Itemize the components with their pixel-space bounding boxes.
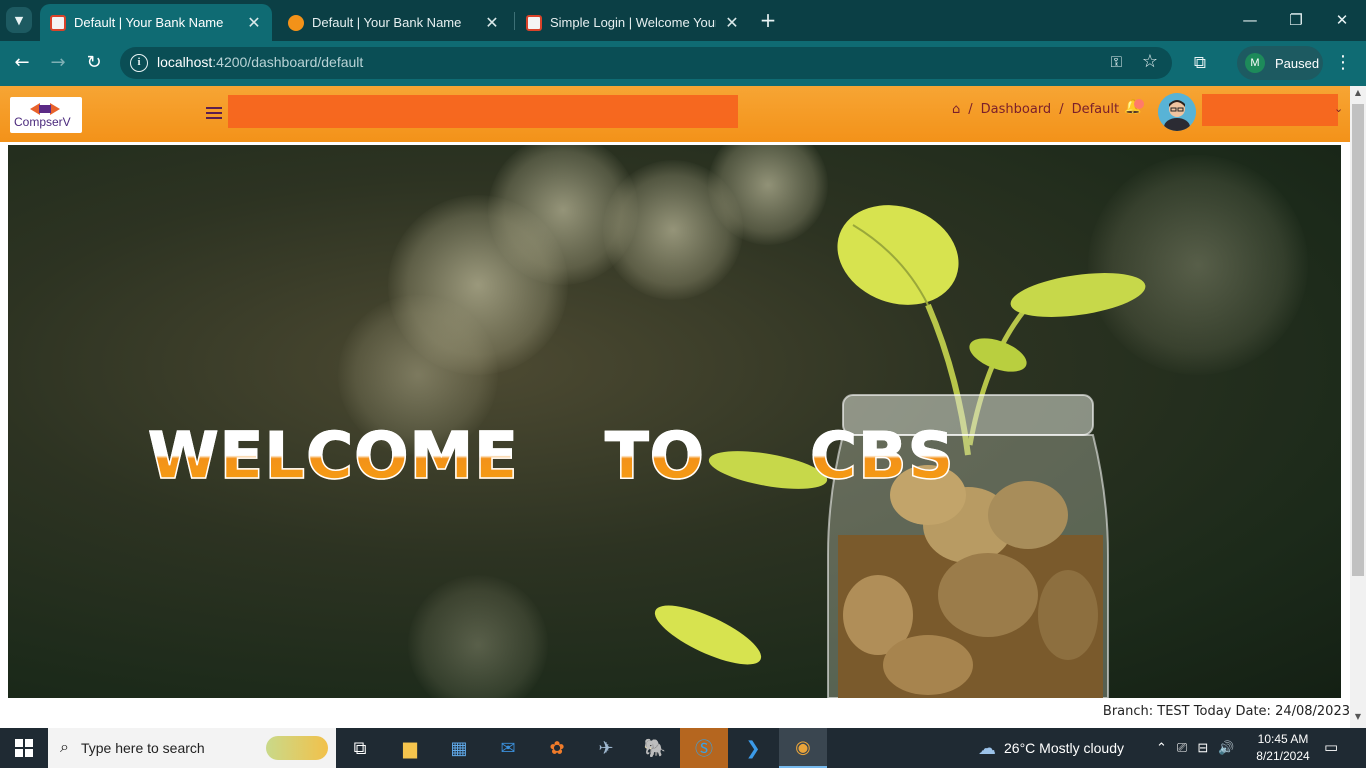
profile-button[interactable]: M Paused [1237,46,1323,80]
clock-date: 8/21/2024 [1256,749,1310,763]
start-button[interactable] [0,728,48,768]
company-logo[interactable]: CompserV [10,97,82,133]
redacted-bank-name [228,95,738,128]
browser-tab-strip: ▼ Default | Your Bank Name ✕ Default | Y… [0,0,1366,41]
notification-center-icon[interactable]: ▭ [1324,738,1344,758]
redacted-user-name[interactable] [1202,94,1338,126]
tab-simple-login[interactable]: Simple Login | Welcome Your Ba ✕ [516,4,750,41]
extensions-puzzle-icon[interactable]: ⧉ [1188,51,1212,75]
bokeh-light [408,575,548,698]
menu-toggle-icon[interactable] [206,105,222,121]
reload-button[interactable]: ↻ [82,51,106,75]
logo-text: CompserV [14,115,71,129]
close-window-button[interactable]: ✕ [1330,8,1354,32]
vscode-icon[interactable]: ❯ [729,728,777,768]
weather-widget[interactable]: ☁ 26°C Mostly cloudy [978,728,1124,768]
more-menu-icon[interactable]: ⋮ [1333,51,1353,75]
forward-button[interactable]: → [46,51,70,75]
mail-icon[interactable]: ✉ [484,728,532,768]
tab-default-1[interactable]: Default | Your Bank Name ✕ [40,4,272,41]
volume-icon[interactable]: 🔊 [1218,740,1234,756]
close-icon[interactable]: ✕ [484,13,500,33]
windows-taskbar: ⌕ Type here to search ⧉ ▆ ▦ ✉ ✿ ✈ 🐘 Ⓢ ❯ … [0,728,1366,768]
restore-button[interactable]: ❐ [1284,8,1308,32]
bank-favicon-icon [50,14,66,31]
close-icon[interactable]: ✕ [724,13,740,33]
postgres-icon[interactable]: 🐘 [631,728,679,768]
user-avatar-icon [1158,93,1196,131]
search-highlight-image [266,736,328,760]
notification-bell-icon[interactable]: 🔔 [1124,99,1146,121]
new-tab-button[interactable]: + [756,8,780,32]
password-key-icon[interactable]: ⚿ [1111,53,1122,71]
url-text[interactable]: localhost:4200/dashboard/default [157,54,363,70]
breadcrumb-default[interactable]: Default [1072,102,1120,117]
hero-word-welcome: WELCOME [147,419,519,495]
windows-logo-icon [15,739,33,757]
branch-date-info: Branch: TEST Today Date: 24/08/2023 [1102,704,1350,719]
tab-separator [514,12,515,30]
network-icon[interactable]: ⊟ [1197,740,1208,756]
xampp-icon[interactable]: ✿ [533,728,581,768]
address-bar[interactable]: i localhost:4200/dashboard/default ⚿ ☆ [120,47,1172,79]
taskbar-clock[interactable]: 10:45 AM 8/21/2024 [1248,731,1318,765]
home-icon[interactable]: ⌂ [952,102,960,117]
store-icon[interactable]: ▦ [435,728,483,768]
scroll-down-icon[interactable]: ▼ [1350,712,1366,726]
weather-text: 26°C Mostly cloudy [1004,740,1124,756]
profile-status: Paused [1275,55,1320,71]
search-placeholder: Type here to search [80,740,205,756]
chrome-icon[interactable]: ◉ [779,728,827,768]
scrollbar-thumb[interactable] [1352,104,1364,576]
bank-favicon-icon [526,14,542,31]
hero-word-to: TO [604,419,706,495]
site-info-icon[interactable]: i [130,54,148,72]
meet-now-icon[interactable]: ⎚ [1177,740,1187,756]
profile-avatar: M [1245,53,1265,73]
cloud-icon: ☁ [978,737,996,758]
tab-title: Default | Your Bank Name [74,15,224,30]
breadcrumb-dashboard[interactable]: Dashboard [981,102,1052,117]
file-explorer-icon[interactable]: ▆ [386,728,434,768]
close-icon[interactable]: ✕ [246,13,262,33]
bookmark-star-icon[interactable]: ☆ [1142,51,1158,72]
logo-mark-icon [30,103,60,115]
system-tray: ⌃ ⎚ ⊟ 🔊 [1156,728,1234,768]
search-icon: ⌕ [60,739,69,756]
user-avatar[interactable] [1158,93,1196,131]
hero-banner: WELCOME TO CBS [8,145,1341,698]
taskbar-search[interactable]: ⌕ Type here to search [48,728,336,768]
task-view-icon[interactable]: ⧉ [336,728,384,768]
breadcrumb: ⌂ / Dashboard / Default [952,102,1120,117]
chevron-down-icon: ▼ [14,13,24,27]
app-header: CompserV ⌂ / Dashboard / Default 🔔 ⌄ [0,86,1350,142]
scroll-up-icon[interactable]: ▲ [1350,88,1366,102]
chevron-down-icon[interactable]: ⌄ [1334,102,1343,115]
skype-icon[interactable]: Ⓢ [680,728,728,768]
page-footer: Branch: TEST Today Date: 24/08/2023 [0,698,1350,728]
tab-default-2[interactable]: Default | Your Bank Name ✕ [278,4,510,41]
tab-title: Default | Your Bank Name [312,15,462,30]
hero-word-cbs: CBS [809,419,955,495]
chevron-up-icon[interactable]: ⌃ [1156,740,1167,756]
bank-favicon-icon [288,14,304,31]
tab-search-button[interactable]: ▼ [6,7,32,33]
browser-toolbar: ← → ↻ i localhost:4200/dashboard/default… [0,41,1366,86]
minimize-button[interactable]: — [1238,8,1262,32]
clock-time: 10:45 AM [1257,732,1309,746]
back-button[interactable]: ← [10,51,34,75]
app-icon[interactable]: ✈ [582,728,630,768]
notification-dot [1134,99,1144,109]
tab-title: Simple Login | Welcome Your Ba [550,15,716,30]
